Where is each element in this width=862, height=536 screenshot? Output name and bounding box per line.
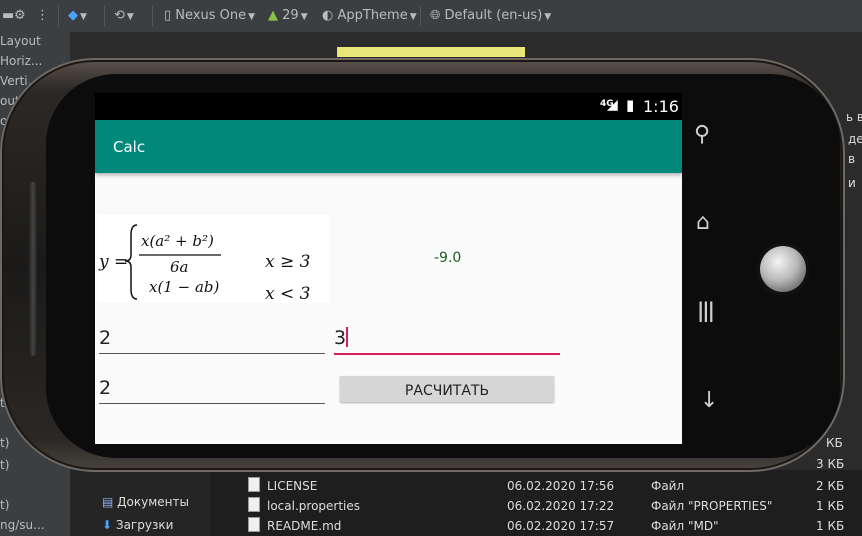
home-key-icon[interactable]: ⌂ [696,210,710,235]
input-a-value: 2 [99,327,112,349]
palette-item[interactable]: ng/su... [0,516,45,534]
file-date: 06.02.2020 17:22 [507,499,615,513]
file-date: 06.02.2020 17:57 [507,519,615,533]
input-x-value: 2 [99,377,112,399]
sidebar-item-documents[interactable]: ▤ Документы [102,492,189,512]
calculate-button[interactable]: РАСЧИТАТЬ [340,376,554,402]
sidebar-item-label: Загрузки [115,518,174,532]
file-size: 2 КБ [816,479,845,493]
palette-item[interactable]: Horiz... [0,52,42,70]
palette-item[interactable]: Layout [0,32,41,50]
gear-icon[interactable]: ⚙ [14,7,26,25]
trackball[interactable] [760,246,806,292]
more-icon[interactable]: ⋮ [36,7,49,25]
sidebar-item-downloads[interactable]: ⬇ Загрузки [102,515,173,535]
device-selector[interactable]: ▯ Nexus One ▼ [164,7,255,25]
file-icon [248,517,260,532]
theme-selector[interactable]: ◐ AppTheme ▼ [322,7,417,25]
background-text: де [848,132,862,146]
menu-key-icon[interactable]: ||| [697,298,715,322]
file-row-license[interactable]: LICENSE [248,476,317,496]
search-key-icon[interactable]: ⚲ [694,122,710,147]
app-bar: Calc [95,120,682,173]
back-key-icon[interactable]: ↓ [700,388,718,413]
explorer-sidebar: ▤ Документы ⬇ Загрузки [70,470,210,536]
sidebar-item-label: Документы [117,495,189,509]
design-surface-icon[interactable]: ◆ ▼ [68,7,87,25]
clock: 1:16 [643,97,679,116]
input-b[interactable]: 3 [334,327,560,355]
documents-icon: ▤ [102,495,118,509]
result-text: -9.0 [434,250,462,266]
android-icon: ▲ [268,8,278,23]
battery-icon: ▮ [626,96,635,114]
design-preview-strip [337,47,525,57]
device-screen: 4G ◢ ▮ 1:16 Calc y = x(a² + b²) 6a x(1 −… [95,93,682,444]
background-text: и [848,176,856,190]
file-type: Файл [651,479,685,493]
formula-y: y = [98,252,128,272]
file-icon [248,497,260,512]
input-a[interactable]: 2 [99,327,325,354]
orientation-icon[interactable]: ⟲ ▼ [114,7,134,25]
background-text: ь во [846,110,862,124]
file-name: local.properties [267,499,361,513]
file-size: 1 КБ [816,519,845,533]
formula-condition-2: x < 3 [265,284,310,303]
downloads-icon: ⬇ [102,518,116,532]
ide-toolbar: ▬ ⚙ ⋮ ◆ ▼ ⟲ ▼ ▯ Nexus One ▼ ▲ 29 ▼ ◐ AppThem… [0,0,862,33]
formula-condition-1: x ≥ 3 [265,252,310,272]
background-size: 3 КБ [816,457,845,471]
palette-item[interactable]: t) [0,496,9,514]
input-b-value: 3 [334,327,347,349]
locale-selector[interactable]: 🌐︎ Default (en-us) ▼ [430,7,551,25]
file-type: Файл "MD" [651,519,719,533]
file-name: LICENSE [267,479,318,493]
file-explorer: ▤ Документы ⬇ Загрузки LICENSE 06.02.202… [70,470,862,536]
status-bar: 4G ◢ ▮ 1:16 [95,93,682,120]
file-date: 06.02.2020 17:56 [507,479,615,493]
volume-button [28,182,38,356]
palette-item[interactable]: t) [0,434,9,452]
formula-svg: y = x(a² + b²) 6a x(1 − ab) x ≥ 3 x < 3 [98,224,310,304]
file-size: 1 КБ [816,499,845,513]
locale-label: Default (en-us) [444,8,543,23]
background-size: КБ [826,436,843,450]
api-level-selector[interactable]: ▲ 29 ▼ [268,7,308,25]
formula-numerator: x(a² + b²) [141,232,214,250]
file-row-local-properties[interactable]: local.properties [248,496,360,516]
api-level-label: 29 [282,8,299,23]
formula-image: y = x(a² + b²) 6a x(1 − ab) x ≥ 3 x < 3 [97,215,329,304]
palette-hide-icon[interactable]: ▬ [2,7,14,25]
file-row-readme[interactable]: README.md [248,516,341,536]
device-label: Nexus One [175,8,247,23]
palette-item[interactable]: t) [0,456,9,474]
file-icon [248,477,260,492]
app-title: Calc [113,138,146,156]
formula-denominator: 6a [170,258,189,276]
input-x[interactable]: 2 [99,377,325,404]
text-cursor [346,327,349,347]
theme-label: AppTheme [337,8,408,23]
file-type: Файл "PROPERTIES" [651,499,773,513]
signal-icon: ◢ [607,97,618,113]
formula-second-case: x(1 − ab) [149,278,220,296]
background-text: в [848,152,856,166]
file-name: README.md [267,519,342,533]
